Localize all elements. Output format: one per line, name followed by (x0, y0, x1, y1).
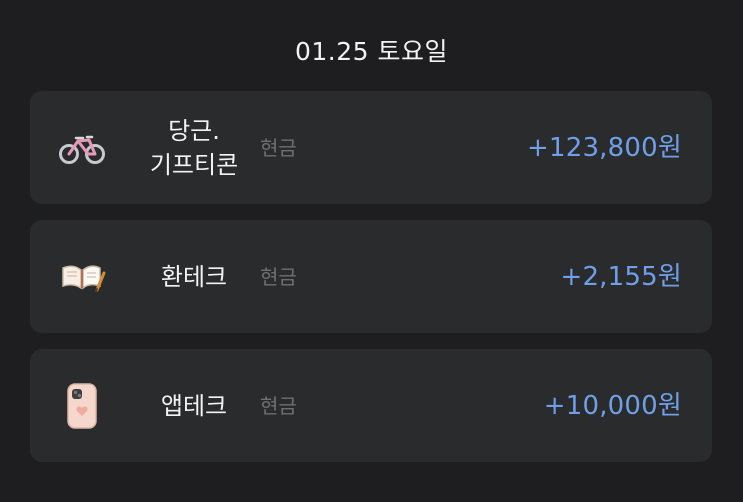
transaction-title: 앱테크 (160, 391, 228, 420)
transaction-amount: +10,000원 (543, 390, 682, 421)
transaction-day-screen: 01.25 토요일 당근. 기프티콘 현금 +123,800원 환테크 현금 +… (0, 0, 743, 502)
transaction-amount: +2,155원 (560, 261, 682, 292)
payment-method: 현금 (260, 393, 297, 418)
transaction-row-carrot-gifticon[interactable]: 당근. 기프티콘 현금 +123,800원 (30, 91, 712, 204)
smartphone-icon (54, 378, 110, 434)
book-pencil-icon (54, 249, 110, 305)
bicycle-icon (54, 120, 110, 176)
transaction-list: 당근. 기프티콘 현금 +123,800원 환테크 현금 +2,155원 앱테크… (30, 91, 712, 462)
payment-method: 현금 (260, 135, 297, 160)
transaction-title: 당근. 기프티콘 (149, 116, 239, 179)
transaction-row-exchange[interactable]: 환테크 현금 +2,155원 (30, 220, 712, 333)
date-header: 01.25 토요일 (294, 37, 449, 66)
transaction-row-app-tech[interactable]: 앱테크 현금 +10,000원 (30, 349, 712, 462)
transaction-title: 환테크 (160, 262, 228, 291)
payment-method: 현금 (260, 264, 297, 289)
transaction-amount: +123,800원 (526, 132, 682, 163)
